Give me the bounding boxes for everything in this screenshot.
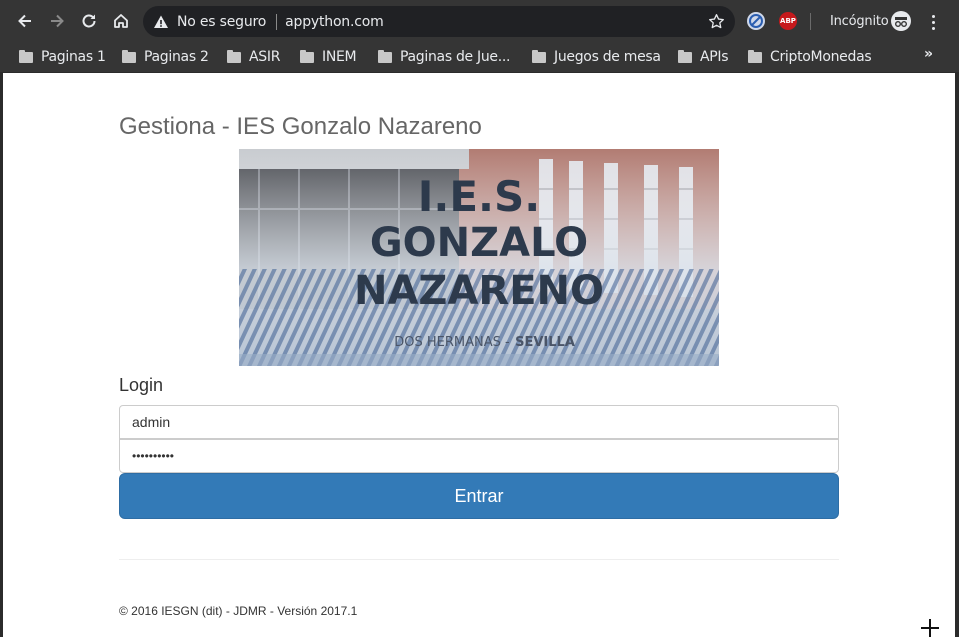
reload-icon [82, 14, 96, 28]
url-text[interactable]: appython.com [285, 14, 384, 30]
folder-icon [532, 49, 546, 63]
warning-icon[interactable] [153, 14, 169, 30]
adblock-plus-icon[interactable]: ABP [779, 12, 797, 30]
browser-toolbar: No es seguro appython.com ABP Incógnito [0, 0, 959, 42]
reload-button[interactable] [73, 5, 105, 37]
banner-line-1: I.E.S. [418, 172, 540, 221]
login-heading: Login [119, 375, 164, 395]
arrow-left-icon [18, 14, 31, 28]
folder-icon [122, 49, 136, 63]
bookmark-folder[interactable]: Juegos de mesa [532, 44, 667, 70]
arrow-right-icon [51, 14, 64, 28]
address-bar[interactable]: No es seguro appython.com [143, 6, 735, 37]
bookmark-label: APIs [700, 49, 729, 65]
forward-button[interactable] [41, 5, 73, 37]
folder-icon [678, 49, 692, 63]
home-button[interactable] [105, 5, 137, 37]
folder-icon [300, 49, 314, 63]
crosshair-cursor-icon [921, 619, 939, 637]
kebab-menu-icon[interactable] [924, 13, 942, 31]
bookmark-label: Juegos de mesa [554, 49, 661, 65]
folder-icon [227, 49, 241, 63]
banner-location-city: DOS HERMANAS - [394, 335, 510, 350]
bookmark-folder[interactable]: INEM [300, 44, 362, 70]
page-title: Gestiona - IES Gonzalo Nazareno [119, 113, 482, 140]
bookmark-label: ASIR [249, 49, 281, 65]
home-icon [114, 14, 128, 28]
login-submit-button[interactable]: Entrar [119, 473, 839, 519]
toolbar-divider [810, 13, 811, 30]
banner-line-2: GONZALO [370, 220, 588, 266]
bookmark-folder[interactable]: CriptoMonedas [748, 44, 877, 70]
bookmarks-overflow-button[interactable]: » [924, 46, 933, 62]
back-button[interactable] [9, 5, 41, 37]
bookmark-folder[interactable]: Paginas 1 [19, 44, 112, 70]
security-status-label[interactable]: No es seguro [177, 14, 266, 30]
folder-icon [378, 49, 392, 63]
school-banner-image: I.E.S. GONZALO NAZARENO DOS HERMANAS - S… [239, 149, 719, 366]
username-field[interactable]: admin [119, 405, 839, 439]
bookmark-folder[interactable]: APIs [678, 44, 734, 70]
folder-icon [19, 49, 33, 63]
address-separator [276, 13, 278, 30]
incognito-label: Incógnito [830, 14, 889, 29]
banner-line-3: NAZARENO [354, 268, 604, 314]
bookmark-label: Paginas 1 [41, 49, 106, 65]
bookmark-star-icon[interactable] [708, 13, 725, 30]
extension-block-icon[interactable] [747, 12, 765, 30]
incognito-icon[interactable] [891, 11, 911, 31]
footer-divider [119, 559, 839, 560]
folder-icon [748, 49, 762, 63]
bookmarks-bar: Paginas 1 Paginas 2 ASIR INEM Paginas de… [0, 42, 959, 72]
bookmark-folder[interactable]: ASIR [227, 44, 286, 70]
bookmark-label: Paginas 2 [144, 49, 209, 65]
bookmark-label: INEM [322, 49, 357, 65]
bookmark-folder[interactable]: Paginas 2 [122, 44, 215, 70]
bookmark-label: CriptoMonedas [770, 49, 872, 65]
banner-location-province: SEVILLA [515, 335, 575, 350]
bookmark-folder[interactable]: Paginas de Jue... [378, 44, 516, 70]
bookmark-label: Paginas de Jue... [400, 49, 511, 65]
footer-copyright: © 2016 IESGN (dit) - JDMR - Versión 2017… [119, 604, 358, 618]
password-field[interactable]: •••••••••• [119, 439, 839, 473]
page-viewport: Gestiona - IES Gonzalo Nazareno I.E.S. G… [3, 73, 955, 637]
